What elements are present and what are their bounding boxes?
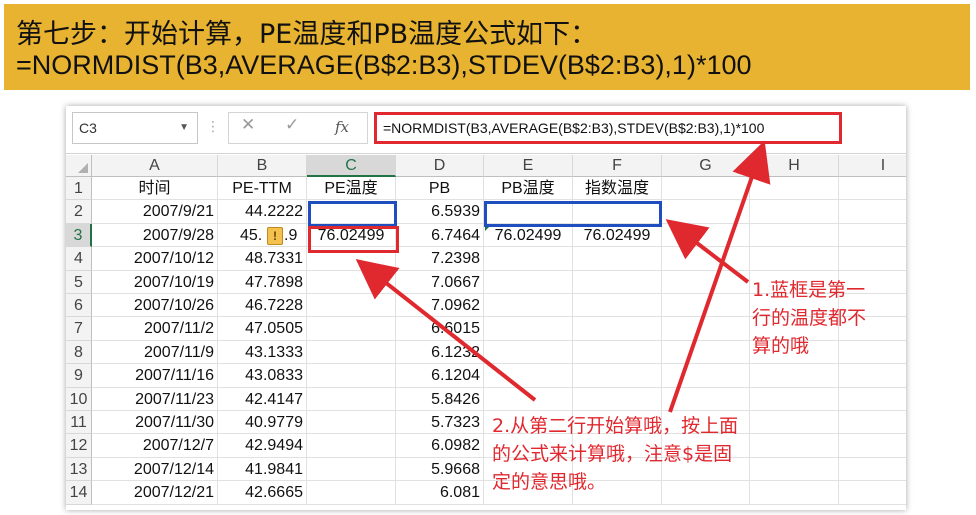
note2-line3: 定的意思哦。 (492, 471, 607, 493)
note2-line1: 2.从第二行开始算哦，按上面 (492, 415, 739, 437)
arrow-to-blue-box (665, 219, 750, 284)
note1-line1: 1.蓝框是第一 (752, 279, 866, 301)
note-blue-box: 1.蓝框是第一 行的温度都不 算的哦 (752, 276, 866, 360)
note2-line2: 的公式来计算哦，注意$是固 (492, 443, 733, 465)
arrow-to-c3 (355, 259, 537, 402)
annotation-arrows (355, 140, 771, 413)
note-formula: 2.从第二行开始算哦，按上面 的公式来计算哦，注意$是固 定的意思哦。 (492, 412, 738, 496)
note1-line2: 行的温度都不 (752, 307, 867, 329)
note1-line3: 算的哦 (752, 335, 810, 357)
